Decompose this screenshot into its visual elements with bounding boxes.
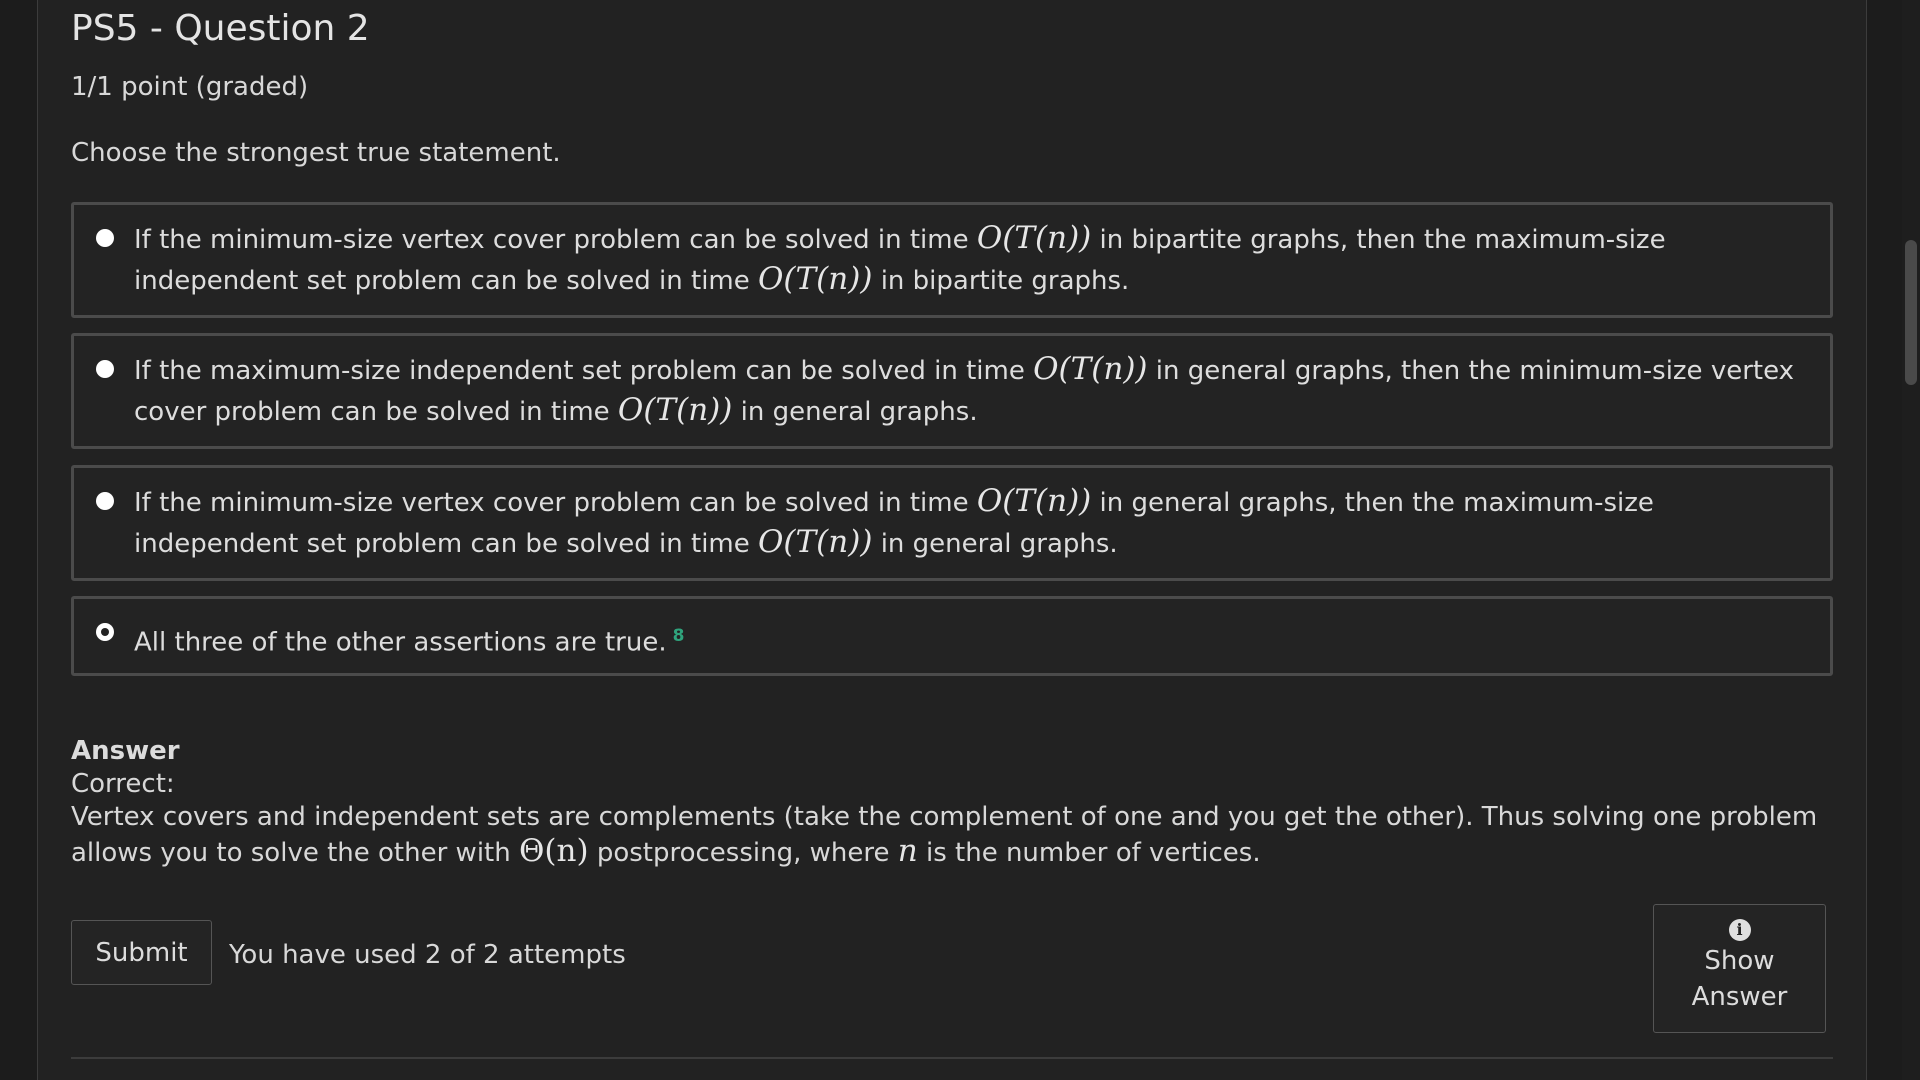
answer-explanation: Vertex covers and independent sets are c…	[71, 802, 1818, 869]
math-big-o: O(T(n))	[617, 392, 733, 428]
left-gutter	[0, 0, 38, 1080]
choice-text: If the minimum-size vertex cover problem…	[134, 483, 1654, 560]
page: PS5 - Question 2 1/1 point (graded) Choo…	[0, 0, 1920, 1080]
problem-panel: PS5 - Question 2 1/1 point (graded) Choo…	[38, 0, 1866, 1080]
info-icon: i	[1728, 919, 1751, 941]
choice-text: If the maximum-size independent set prob…	[134, 351, 1795, 428]
radio-button[interactable]	[96, 492, 114, 510]
math-n: n	[897, 833, 918, 869]
scrollbar[interactable]	[1902, 0, 1920, 1080]
choice-text: All three of the other assertions are tr…	[134, 626, 685, 658]
choice-option-3[interactable]: If the minimum-size vertex cover problem…	[71, 465, 1833, 581]
radio-button-selected[interactable]	[96, 623, 114, 641]
points-label: 1/1 point (graded)	[71, 72, 309, 102]
math-big-o: O(T(n))	[758, 261, 873, 297]
question-prompt: Choose the strongest true statement.	[71, 138, 561, 168]
answer-status: Correct:	[71, 769, 175, 799]
math-big-o: O(T(n))	[976, 220, 1092, 256]
math-big-o: O(T(n))	[976, 483, 1092, 519]
answer-heading: Answer	[71, 736, 180, 766]
correct-indicator-icon: 8	[672, 626, 685, 646]
show-answer-button[interactable]: i Show Answer	[1653, 904, 1826, 1033]
show-answer-label-2: Answer	[1691, 982, 1788, 1012]
choice-option-1[interactable]: If the minimum-size vertex cover problem…	[71, 202, 1833, 318]
right-gutter	[1866, 0, 1920, 1080]
radio-button[interactable]	[96, 229, 114, 247]
divider	[71, 1057, 1833, 1059]
show-answer-label-1: Show	[1704, 946, 1775, 976]
math-big-o: O(T(n))	[1033, 351, 1148, 387]
submit-button[interactable]: Submit	[71, 920, 212, 985]
scrollbar-thumb[interactable]	[1905, 240, 1917, 385]
attempts-counter: You have used 2 of 2 attempts	[229, 940, 626, 970]
math-theta: Θ(n)	[518, 833, 589, 869]
problem-title: PS5 - Question 2	[71, 8, 370, 49]
radio-button[interactable]	[96, 360, 114, 378]
math-big-o: O(T(n))	[758, 524, 873, 560]
choice-option-2[interactable]: If the maximum-size independent set prob…	[71, 333, 1833, 449]
choice-option-4[interactable]: All three of the other assertions are tr…	[71, 596, 1833, 676]
choice-text: If the minimum-size vertex cover problem…	[134, 220, 1666, 297]
